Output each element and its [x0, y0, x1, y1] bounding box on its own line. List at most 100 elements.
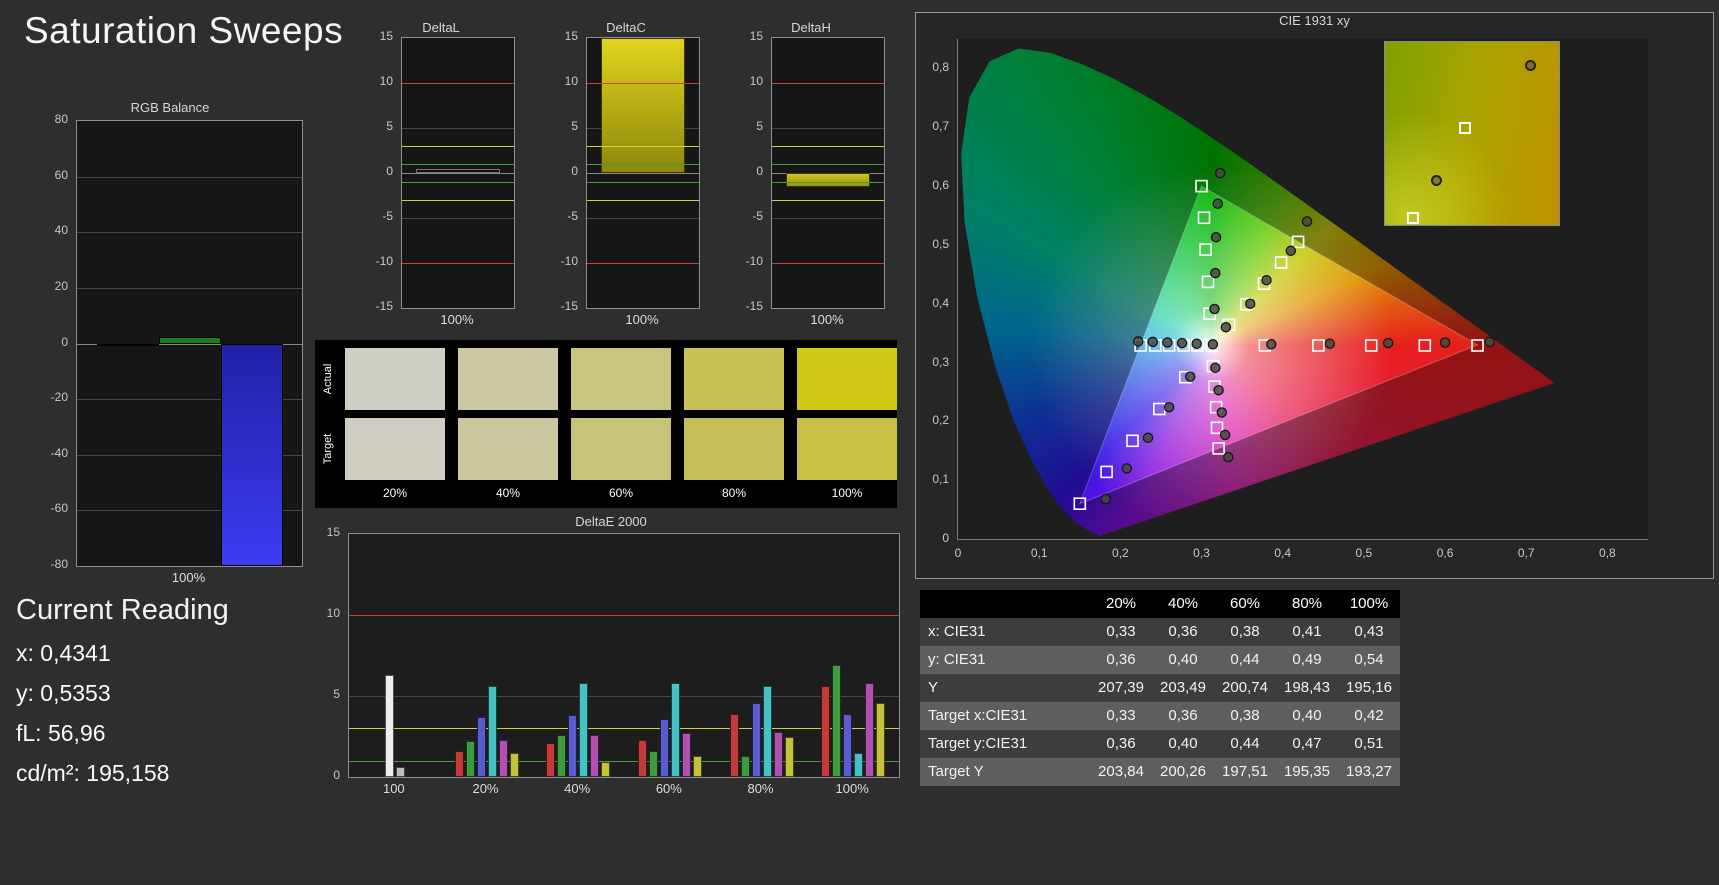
- table-cell: 0,33: [1090, 702, 1152, 730]
- y-tick-label: 0: [333, 768, 340, 782]
- rgb-bar-red: [96, 343, 159, 347]
- ref-line: [402, 146, 514, 147]
- reading-y-value: 0,5353: [40, 680, 111, 706]
- cie-y-tick-label: 0,5: [932, 236, 949, 251]
- reading-cdm2-label: cd/m²:: [16, 760, 80, 786]
- deltae-bar: [487, 686, 497, 777]
- cie-y-tick-label: 0,1: [932, 472, 949, 487]
- deltae-bar: [692, 755, 702, 777]
- ref-line: [587, 182, 699, 183]
- table-header-cell: 60%: [1214, 590, 1276, 618]
- cie-measured-point: [1100, 493, 1111, 505]
- actual-row-label: Actual: [322, 363, 334, 395]
- cie-measured-point: [1220, 321, 1232, 333]
- cie-measured-point: [1261, 274, 1272, 286]
- grid-line: [77, 287, 302, 289]
- y-tick-label: 40: [54, 223, 68, 238]
- table-cell: 0,51: [1338, 730, 1400, 758]
- current-reading-cdm2: cd/m²: 195,158: [16, 760, 306, 787]
- table-row-label: Target y:CIE31: [920, 730, 1090, 758]
- grid-line: [402, 173, 514, 174]
- current-reading: Current Reading x: 0,4341 y: 0,5353 fL: …: [16, 594, 306, 787]
- deltae-bar: [821, 686, 831, 777]
- ref-line: [587, 83, 699, 84]
- cie-measured-point: [1176, 337, 1188, 349]
- delta-e-2000-chart: DeltaE 2000 0 5 10 15 100 20% 40% 60% 80% 100%: [318, 514, 904, 808]
- swatch-target: [684, 418, 784, 480]
- deltae-bar: [557, 734, 567, 777]
- cie-measured-point: [1266, 339, 1277, 350]
- cie-x-tick-label: 0,2: [1112, 546, 1129, 560]
- y-tick-label: -40: [50, 445, 68, 460]
- deltae-x-label: 20%: [472, 781, 499, 796]
- cie-y-tick-label: 0,6: [932, 178, 949, 193]
- cie-measured-point: [1162, 337, 1173, 348]
- current-reading-x: x: 0,4341: [16, 640, 306, 667]
- deltae-bar: [784, 736, 794, 777]
- grid-line: [587, 218, 699, 219]
- rgb-bar-green: [158, 336, 221, 344]
- grid-line: [587, 173, 699, 174]
- swatch-actual: [684, 348, 784, 410]
- ref-line: [349, 728, 899, 730]
- cie-y-tick-label: 0,2: [932, 413, 949, 428]
- cie-measured-point: [1210, 231, 1222, 243]
- rgb-balance-plot: [76, 120, 303, 567]
- table-header-cell: 100%: [1338, 590, 1400, 618]
- cie-target-point: [1210, 421, 1224, 435]
- y-tick-label: -5: [752, 209, 763, 223]
- inset-square-marker: [1459, 122, 1472, 134]
- rgb-balance-title: RGB Balance: [130, 100, 210, 115]
- cie-target-point: [1199, 243, 1212, 256]
- cie-measured-point: [1285, 245, 1297, 257]
- ref-line: [772, 83, 884, 84]
- ref-line: [772, 263, 884, 264]
- delta-l-bar: [416, 169, 500, 173]
- delta-c-x-axis-label: 100%: [625, 312, 659, 327]
- ref-line: [772, 200, 884, 201]
- delta-h-chart: DeltaH 100% 15 10 5 0 -5 -10 -15: [735, 20, 887, 332]
- y-tick-label: 5: [386, 119, 393, 133]
- ref-line: [402, 200, 514, 201]
- y-tick-label: -20: [50, 390, 68, 405]
- ref-line: [772, 146, 884, 147]
- cie-measured-point: [1210, 267, 1221, 279]
- y-tick-label: 15: [326, 525, 340, 539]
- swatch-percent-label: 40%: [495, 486, 521, 500]
- ref-line: [402, 83, 514, 84]
- table-cell: 0,41: [1276, 618, 1338, 646]
- deltae-bar: [729, 713, 739, 777]
- table-cell: 0,36: [1090, 730, 1152, 758]
- cie-target-point: [1274, 256, 1288, 269]
- table-header-cell: 80%: [1276, 590, 1338, 618]
- cie-x-tick-label: 0,1: [1030, 546, 1048, 560]
- cie-target-point: [1153, 402, 1166, 416]
- y-tick-label: -15: [560, 299, 578, 313]
- cie-measured-point: [1212, 198, 1224, 209]
- cie-x-tick-label: 0,7: [1517, 546, 1535, 560]
- deltae-bar: [579, 683, 589, 777]
- deltae-bar: [740, 755, 750, 777]
- cie-measured-point: [1163, 401, 1175, 413]
- rgb-bar-blue: [220, 343, 283, 566]
- deltae-x-label: 40%: [564, 781, 591, 796]
- delta-e-title: DeltaE 2000: [575, 514, 647, 529]
- cie-target-point: [1364, 339, 1378, 352]
- y-tick-label: 10: [749, 74, 763, 88]
- deltae-bar: [590, 734, 600, 777]
- grid-line: [77, 176, 302, 178]
- table-cell: 195,16: [1338, 674, 1400, 702]
- cie-measured-point: [1216, 407, 1228, 418]
- inset-square-marker: [1406, 211, 1419, 224]
- cie-measured-point: [1209, 303, 1220, 315]
- ref-line: [587, 200, 699, 201]
- table-cell: 193,27: [1338, 758, 1400, 786]
- deltae-bar: [843, 713, 853, 777]
- grid-line: [77, 232, 302, 234]
- reading-fl-label: fL:: [16, 720, 42, 746]
- grid-line: [402, 218, 514, 219]
- delta-e-plot: [348, 533, 900, 778]
- delta-h-plot: [771, 37, 885, 309]
- cie-x-tick-label: 0: [954, 546, 962, 560]
- cie-title: CIE 1931 xy: [1279, 13, 1350, 28]
